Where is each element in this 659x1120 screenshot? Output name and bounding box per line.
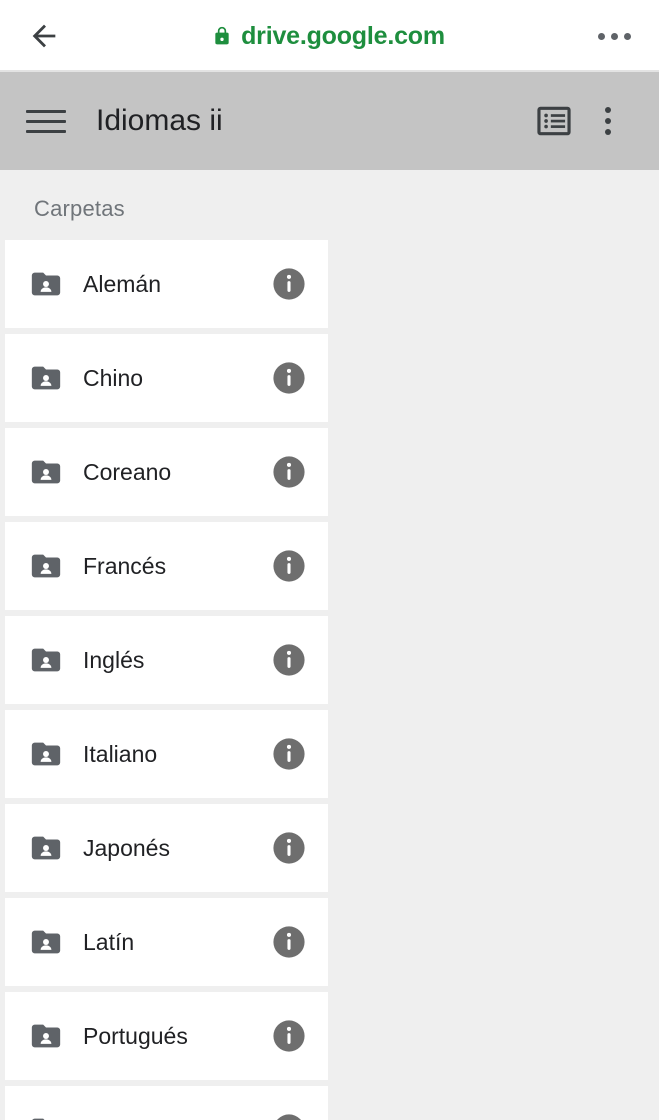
folder-name: Alemán xyxy=(83,270,161,297)
shared-folder-icon xyxy=(31,554,61,578)
shared-folder-icon xyxy=(31,460,61,484)
hamburger-menu-icon xyxy=(26,119,66,123)
hamburger-menu-icon xyxy=(26,129,66,133)
folder-name: Inglés xyxy=(83,646,145,673)
folders-grid: Alemán Chino Coreano Francés Inglés Italiano J… xyxy=(0,240,659,1120)
overflow-dots-icon xyxy=(623,32,631,40)
folders-section-label: Carpetas xyxy=(34,196,125,221)
app-bar: Idiomas ii xyxy=(0,72,659,170)
folder-card[interactable]: Italiano xyxy=(5,710,328,798)
back-arrow-icon xyxy=(32,24,56,48)
info-icon[interactable] xyxy=(272,549,306,583)
browser-menu-button[interactable] xyxy=(591,14,637,58)
info-icon[interactable] xyxy=(272,455,306,489)
url-text: drive.google.com xyxy=(241,21,445,50)
folder-card[interactable]: Alemán xyxy=(5,240,328,328)
folder-card[interactable]: Ruso xyxy=(5,1086,328,1120)
info-icon[interactable] xyxy=(272,1019,306,1053)
folder-card[interactable]: Japonés xyxy=(5,804,328,892)
hamburger-menu-icon xyxy=(26,109,66,113)
shared-folder-icon xyxy=(31,366,61,390)
folder-card[interactable]: Latín xyxy=(5,898,328,986)
info-icon[interactable] xyxy=(272,831,306,865)
folder-name: Chino xyxy=(83,364,144,391)
overflow-dots-icon xyxy=(610,32,618,40)
browser-toolbar: drive.google.com xyxy=(0,0,659,72)
info-icon[interactable] xyxy=(272,737,306,771)
shared-folder-icon xyxy=(31,836,61,860)
shared-folder-icon xyxy=(32,1118,45,1120)
list-view-icon xyxy=(537,106,571,136)
address-bar[interactable]: drive.google.com xyxy=(66,22,591,51)
info-icon[interactable] xyxy=(272,925,306,959)
folder-card[interactable]: Francés xyxy=(5,522,328,610)
view-toggle-button[interactable] xyxy=(527,94,581,148)
overflow-dots-icon xyxy=(597,32,605,40)
shared-folder-icon xyxy=(31,1024,61,1048)
back-button[interactable] xyxy=(22,14,66,58)
mobile-screen: drive.google.com Idiomas ii Carpetas Ale… xyxy=(0,0,659,1120)
folder-card[interactable]: Portugués xyxy=(5,992,328,1080)
folder-name: Italiano xyxy=(83,740,158,767)
shared-folder-icon xyxy=(31,930,61,954)
content-area[interactable]: Carpetas Alemán Chino Coreano Francés Inglés… xyxy=(0,170,659,1120)
shared-folder-icon xyxy=(31,648,61,672)
folder-name: Francés xyxy=(83,552,167,579)
info-icon[interactable] xyxy=(272,643,306,677)
folder-name: Japonés xyxy=(83,834,170,861)
vertical-dots-icon xyxy=(605,107,611,135)
app-overflow-button[interactable] xyxy=(581,94,635,148)
folder-card[interactable]: Coreano xyxy=(5,428,328,516)
page-title: Idiomas ii xyxy=(96,104,223,137)
info-icon[interactable] xyxy=(272,361,306,395)
hamburger-menu-button[interactable] xyxy=(26,97,74,145)
folder-name: Latín xyxy=(83,928,135,955)
folder-name: Portugués xyxy=(83,1022,188,1049)
folder-card[interactable]: Inglés xyxy=(5,616,328,704)
folder-card[interactable]: Chino xyxy=(5,334,328,422)
lock-icon xyxy=(215,26,229,45)
shared-folder-icon xyxy=(31,272,61,296)
shared-folder-icon xyxy=(31,742,61,766)
info-icon[interactable] xyxy=(272,1113,306,1120)
folder-name: Ruso xyxy=(83,1117,272,1120)
info-icon[interactable] xyxy=(272,267,306,301)
folder-name: Coreano xyxy=(83,458,172,485)
